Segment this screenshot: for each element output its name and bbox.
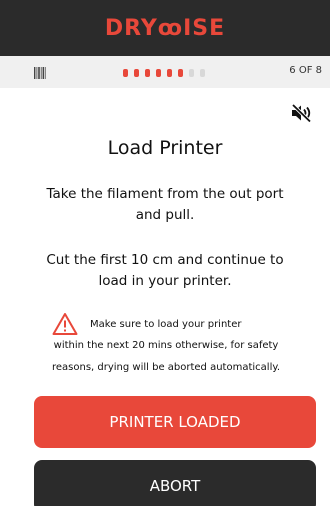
step-progress-dots <box>123 69 205 77</box>
warning-text-line-2: within the next 20 mins otherwise, for s… <box>53 340 279 351</box>
instruction-cut-and-load: Cut the first 10 cm and continue to load… <box>46 252 284 289</box>
speaker-muted-icon[interactable] <box>290 103 314 123</box>
progress-dot-complete <box>156 69 161 77</box>
instruction-pull-filament: Take the filament from the out port and … <box>46 186 284 223</box>
printer-loaded-button-label: PRINTER LOADED <box>109 413 241 431</box>
brand-logo-text: DRYꝏISE <box>104 15 226 41</box>
progress-dot-complete <box>134 69 139 77</box>
abort-button-label: ABORT <box>149 477 201 495</box>
page-title: Load Printer <box>107 137 223 159</box>
progress-dot-pending <box>200 69 205 77</box>
printer-loaded-button[interactable]: PRINTER LOADED <box>34 396 316 448</box>
progress-dot-complete <box>145 69 150 77</box>
step-counter: 6 OF 8 <box>289 65 322 76</box>
safety-warning: Make sure to load your printer within th… <box>16 312 316 378</box>
brand-logo: DRYꝏISE <box>105 16 225 41</box>
app-header: DRYꝏISE <box>0 0 330 56</box>
abort-button[interactable]: ABORT <box>34 460 316 506</box>
progress-status-bar: 6 OF 8 <box>0 56 330 88</box>
load-printer-screen: DRYꝏISE 6 OF 8 Load Printer Take the fil… <box>0 0 330 506</box>
progress-dot-complete <box>167 69 172 77</box>
progress-dot-pending <box>189 69 194 77</box>
barcode-icon <box>34 67 46 79</box>
progress-dot-complete <box>178 69 183 77</box>
warning-text-line-1: Make sure to load your printer <box>90 319 242 330</box>
warning-text-line-3: reasons, drying will be aborted automati… <box>51 362 281 373</box>
progress-dot-complete <box>123 69 128 77</box>
warning-triangle-icon <box>52 313 78 335</box>
